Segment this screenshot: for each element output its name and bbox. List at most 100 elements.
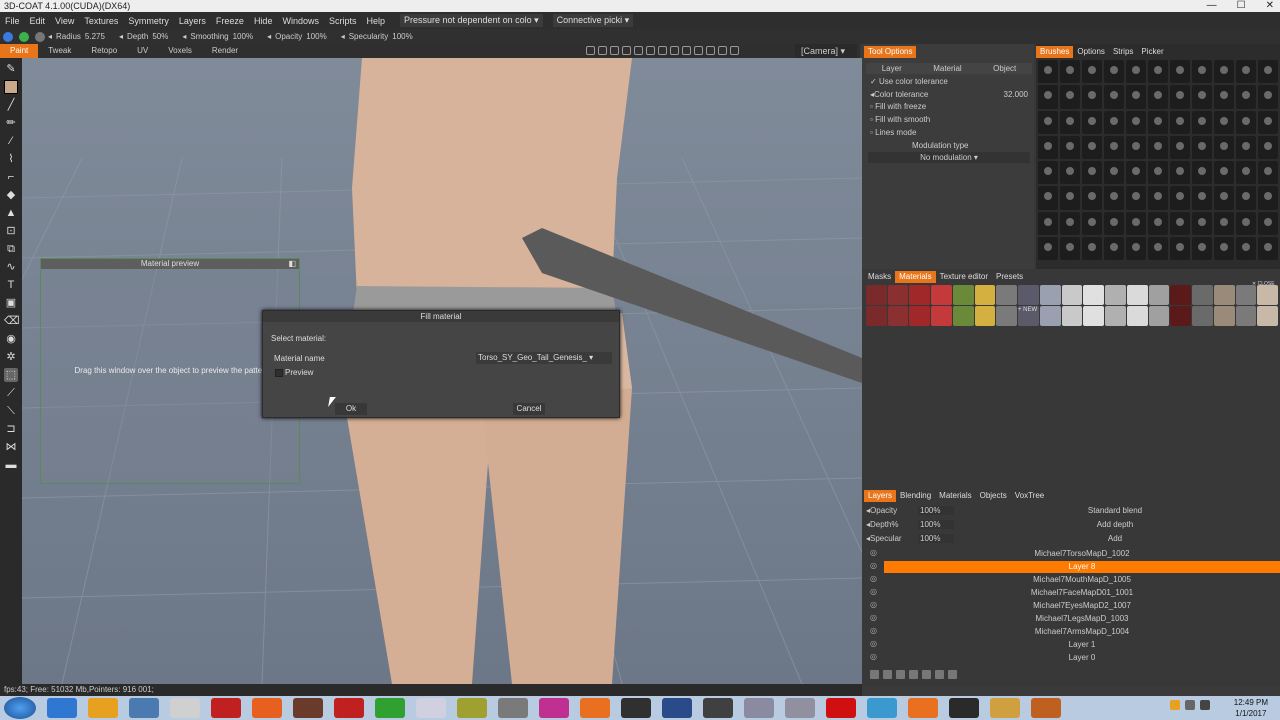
sphere-icon[interactable] <box>3 31 13 42</box>
material-thumbnail[interactable] <box>1257 285 1278 305</box>
daz-icon[interactable] <box>949 698 979 718</box>
close-button[interactable]: ✕ <box>1266 0 1274 12</box>
brush-preset[interactable] <box>1148 85 1168 109</box>
brush-preset[interactable] <box>1236 85 1256 109</box>
brush-preset[interactable] <box>1082 110 1102 134</box>
tab-blending[interactable]: Blending <box>896 490 935 502</box>
material-thumbnail[interactable] <box>1061 306 1083 326</box>
use-color-tolerance-checkbox[interactable]: ✓ Use color tolerance <box>870 77 948 86</box>
brush-preset[interactable] <box>1192 186 1212 210</box>
nav-light-icon[interactable] <box>670 46 679 55</box>
brush-preset[interactable] <box>1038 135 1058 159</box>
layer-visibility-icon[interactable]: ◎ <box>870 548 877 557</box>
color-tolerance-field[interactable]: ◂Color tolerance 32.000 <box>870 90 1028 99</box>
minimize-button[interactable]: — <box>1207 0 1217 12</box>
brush-preset[interactable] <box>1236 211 1256 235</box>
brush-preset[interactable] <box>1104 135 1124 159</box>
chrome-icon[interactable] <box>867 698 897 718</box>
menu-view[interactable]: View <box>50 16 79 26</box>
layer-row[interactable]: Michael7TorsoMapD_1002 <box>884 548 1280 560</box>
copy-layer-icon[interactable] <box>896 670 905 679</box>
brush-preset[interactable] <box>1170 60 1190 84</box>
cancel-button[interactable]: Cancel <box>513 403 545 415</box>
radius-field[interactable]: ◂ Radius 5.275 <box>48 32 105 41</box>
material-thumbnail[interactable] <box>996 285 1018 305</box>
brush-preset[interactable] <box>1170 161 1190 185</box>
nav-ortho-icon[interactable] <box>682 46 691 55</box>
menu-layers[interactable]: Layers <box>174 16 211 26</box>
brush-preset[interactable] <box>1236 60 1256 84</box>
layer-opacity-row[interactable]: ◂Opacity 100% Standard blend <box>866 504 1276 516</box>
new-layer-icon[interactable] <box>870 670 879 679</box>
tab-layers[interactable]: Layers <box>864 490 897 502</box>
camera-select[interactable]: [Camera] ▾ <box>795 44 857 58</box>
brush-preset[interactable] <box>1148 161 1168 185</box>
blender-icon[interactable] <box>908 698 938 718</box>
explorer-icon[interactable] <box>416 698 446 718</box>
tab-masks[interactable]: Masks <box>864 271 895 283</box>
brush-preset[interactable] <box>1148 186 1168 210</box>
copy-icon[interactable]: ⧉ <box>4 242 18 256</box>
layer-row[interactable]: Layer 1 <box>884 639 1280 651</box>
brush-preset[interactable] <box>1104 161 1124 185</box>
layer-visibility-icon[interactable]: ◎ <box>870 574 877 583</box>
brush-preset[interactable] <box>1236 135 1256 159</box>
material-thumbnail[interactable] <box>952 306 974 326</box>
delete-layer-icon[interactable] <box>883 670 892 679</box>
cursor-icon[interactable] <box>703 698 733 718</box>
brush-preset[interactable] <box>1170 135 1190 159</box>
brush-preset[interactable] <box>1214 161 1234 185</box>
pin-icon[interactable]: ◧ <box>288 259 296 269</box>
tray-network-icon[interactable] <box>1185 700 1195 710</box>
menu-freeze[interactable]: Freeze <box>211 16 249 26</box>
material-thumbnail[interactable] <box>1105 306 1126 326</box>
picture-icon[interactable]: ▣ <box>4 296 18 310</box>
material-thumbnail[interactable] <box>887 306 909 326</box>
brush-preset[interactable] <box>1082 161 1102 185</box>
menu-windows[interactable]: Windows <box>277 16 324 26</box>
adobe-icon[interactable] <box>211 698 241 718</box>
pressure-dropdown[interactable]: Pressure not dependent on colo ▾ <box>400 14 543 27</box>
tray-app-icon[interactable] <box>1170 700 1180 710</box>
brush-preset[interactable] <box>1038 85 1058 109</box>
material-thumbnail[interactable] <box>1170 306 1192 326</box>
brush-preset[interactable] <box>1192 211 1212 235</box>
clock[interactable]: 12:49 PM 1/1/2017 <box>1234 697 1268 719</box>
color-swatch[interactable] <box>4 80 18 94</box>
brush-preset[interactable] <box>1192 85 1212 109</box>
tab-brushes[interactable]: Brushes <box>1036 46 1074 58</box>
lines-mode-checkbox[interactable]: ▫ Lines mode <box>870 128 916 137</box>
virtualbox-icon[interactable] <box>129 698 159 718</box>
k-icon[interactable] <box>826 698 856 718</box>
brush-preset[interactable] <box>1258 85 1278 109</box>
close-material-button[interactable]: ✕ CLOSE <box>1252 281 1275 287</box>
material-thumbnail[interactable] <box>1083 306 1105 326</box>
pen-icon[interactable]: ⟍ <box>4 404 18 418</box>
brush-preset[interactable] <box>1148 211 1168 235</box>
move-up-icon[interactable] <box>922 670 931 679</box>
nav-grid-icon[interactable] <box>658 46 667 55</box>
subtab-layer[interactable]: Layer <box>882 63 902 74</box>
brush-preset[interactable] <box>1082 236 1102 260</box>
dropper-icon[interactable]: ⟋ <box>4 386 18 400</box>
layer-row[interactable]: Michael7LegsMapD_1003 <box>884 613 1280 625</box>
brush-preset[interactable] <box>1148 110 1168 134</box>
tab-tweak[interactable]: Tweak <box>38 44 81 58</box>
brush-preset[interactable] <box>1104 211 1124 235</box>
brush-preset[interactable] <box>1038 236 1058 260</box>
brush-preset[interactable] <box>1192 135 1212 159</box>
brush-preset[interactable] <box>1126 161 1146 185</box>
layer-row[interactable]: Michael7ArmsMapD_1004 <box>884 626 1280 638</box>
brush-preset[interactable] <box>1170 236 1190 260</box>
nav-fit-icon[interactable] <box>634 46 643 55</box>
depth-field[interactable]: ◂ Depth 50% <box>119 32 168 41</box>
brush-icon[interactable]: ✎ <box>4 62 18 76</box>
calculator-icon[interactable] <box>170 698 200 718</box>
select-icon[interactable]: ⊡ <box>4 224 18 238</box>
brush-preset[interactable] <box>1126 110 1146 134</box>
smudge-icon[interactable]: ⌇ <box>4 152 18 166</box>
brush-preset[interactable] <box>1082 85 1102 109</box>
material-thumbnail[interactable] <box>1170 285 1192 305</box>
tab-texture-editor[interactable]: Texture editor <box>936 271 992 283</box>
layer-row[interactable]: Michael7FaceMapD01_1001 <box>884 587 1280 599</box>
